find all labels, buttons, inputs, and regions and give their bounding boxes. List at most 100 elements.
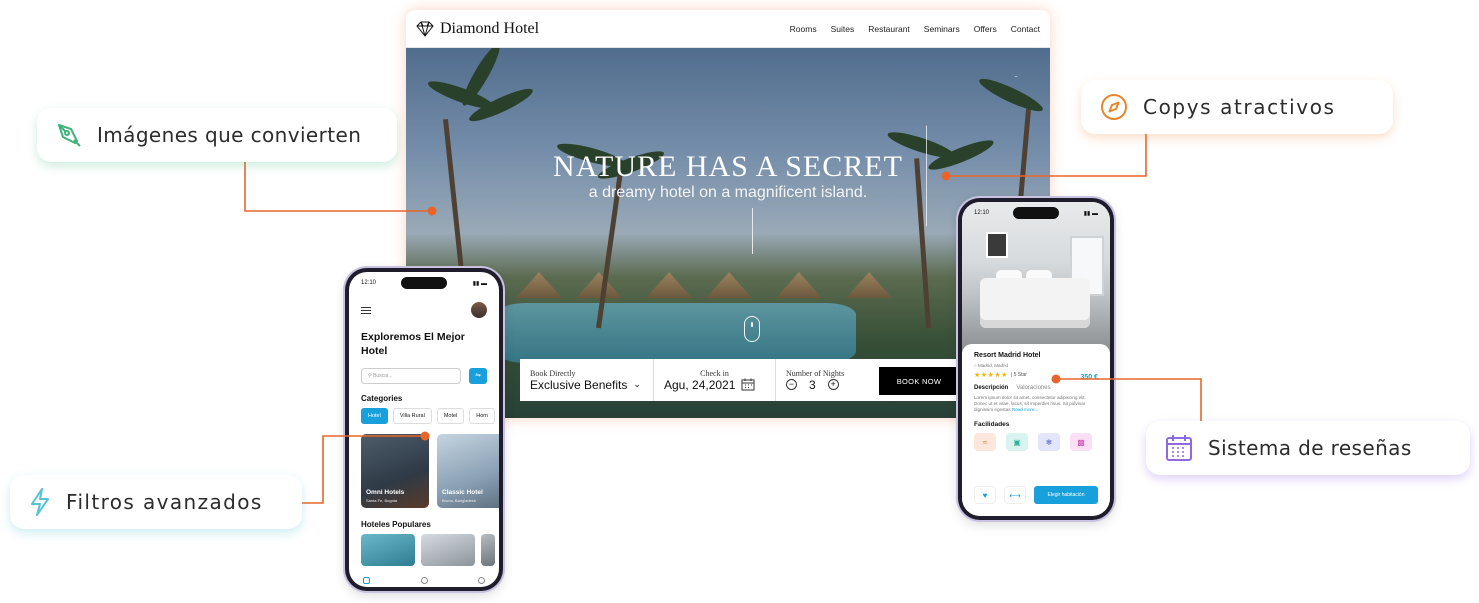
chip-hotel[interactable]: Hotel xyxy=(361,408,388,424)
chip-motel[interactable]: Motel xyxy=(436,408,465,424)
home-icon[interactable] xyxy=(363,576,370,584)
nav-links: Rooms Suites Restaurant Seminars Offers … xyxy=(790,24,1040,34)
chip-home[interactable]: Hom xyxy=(469,408,495,424)
plus-icon[interactable]: + xyxy=(827,379,839,390)
phone-right-mockup: 12:10 ▮▮ ▬ Resort Madrid Hotel ○ Madrid,… xyxy=(958,198,1114,520)
nav-link-offers[interactable]: Offers xyxy=(974,24,997,34)
checkin-field[interactable]: Check in Agu, 24,2021 xyxy=(654,359,776,401)
settings-icon[interactable] xyxy=(478,576,485,584)
hotel-card-location: Bruna, Bangladesh xyxy=(442,498,477,503)
star-rating-icon: ★★★★★ xyxy=(974,372,1008,379)
hamburger-menu-icon[interactable] xyxy=(361,307,371,314)
chat-icon[interactable] xyxy=(420,576,428,584)
book-now-button[interactable]: BOOK NOW xyxy=(879,367,959,395)
calendar-icon xyxy=(1166,435,1192,461)
status-icons: ▮▮ ▬ xyxy=(472,281,487,287)
status-time: 12:10 xyxy=(361,280,377,286)
brand[interactable]: Diamond Hotel xyxy=(416,20,539,38)
nav-link-restaurant[interactable]: Restaurant xyxy=(868,24,910,34)
phone-right-screen: 12:10 ▮▮ ▬ Resort Madrid Hotel ○ Madrid,… xyxy=(962,202,1110,516)
search-input[interactable]: ⚲ Buscar... xyxy=(361,368,461,384)
checkin-label: Check in xyxy=(700,368,729,378)
bottom-nav xyxy=(349,573,499,587)
avatar[interactable] xyxy=(471,302,487,318)
book-directly-field[interactable]: Book Directly Exclusive Benefits ⌄ xyxy=(520,359,654,401)
nights-label: Number of Nights xyxy=(786,368,845,378)
hotel-card-name: Classic Hotel xyxy=(442,489,483,496)
compass-icon xyxy=(1101,94,1127,120)
hotel-title: Resort Madrid Hotel xyxy=(974,352,1041,359)
popular-hotel-thumb[interactable] xyxy=(361,534,415,566)
bed-icon: ▩ xyxy=(1070,433,1092,451)
nav-link-suites[interactable]: Suites xyxy=(831,24,855,34)
popular-list xyxy=(361,534,495,566)
status-icons: ▮▮ ▬ xyxy=(1083,211,1098,217)
nights-stepper: − 3 + xyxy=(786,378,866,392)
nav-link-contact[interactable]: Contact xyxy=(1011,24,1040,34)
hotel-detail-card: Resort Madrid Hotel ○ Madrid, Madrid 350… xyxy=(962,344,1110,516)
hotel-card[interactable]: Omni Hotels Santa Fe, Bogota xyxy=(361,434,429,508)
hotel-price: 350 € xyxy=(1080,374,1098,381)
callout-reviews: Sistema de reseñas xyxy=(1146,421,1470,475)
pen-nib-icon xyxy=(58,124,81,147)
nav-link-rooms[interactable]: Rooms xyxy=(790,24,817,34)
hotel-location-text: Madrid, Madrid xyxy=(977,363,1008,368)
hotel-card-location: Santa Fe, Bogota xyxy=(366,498,398,503)
detail-tabs: Descripción Valoraciones xyxy=(974,385,1098,391)
rating: ★★★★★ | 5 Star xyxy=(974,371,1098,379)
choose-room-button[interactable]: Elegir habitación xyxy=(1034,486,1098,504)
categories-title: Categories xyxy=(361,394,403,403)
callout-images-text: Imágenes que convierten xyxy=(97,123,362,147)
car-icon: ▣ xyxy=(1006,433,1028,451)
chip-villa-rural[interactable]: Villa Rural xyxy=(392,408,432,424)
callout-images: Imágenes que convierten xyxy=(37,108,397,162)
rating-text: | 5 Star xyxy=(1010,372,1027,378)
wall-art xyxy=(986,232,1008,258)
popular-hotel-thumb[interactable] xyxy=(481,534,495,566)
heart-icon[interactable]: ♥ xyxy=(974,486,996,504)
hero-title: NATURE HAS A SECRET xyxy=(553,150,903,183)
popular-title: Hoteles Populares xyxy=(361,520,431,529)
share-icon[interactable]: ⟷ xyxy=(1004,486,1026,504)
sliders-icon: ⇋ xyxy=(475,372,481,379)
snowflake-icon: ❄ xyxy=(1038,433,1060,451)
phone-left-mockup: 12:10 ▮▮ ▬ Exploremos El Mejor Hotel ⚲ B… xyxy=(345,268,503,591)
wifi-icon: ≈ xyxy=(974,433,996,451)
book-directly-value-wrap: Exclusive Benefits ⌄ xyxy=(530,378,643,392)
category-chips: Hotel Villa Rural Motel Hom xyxy=(361,408,495,424)
tab-descripcion[interactable]: Descripción xyxy=(974,385,1008,391)
read-more-link[interactable]: Read more... xyxy=(1012,407,1039,412)
callout-copys-text: Copys atractivos xyxy=(1143,95,1336,119)
filter-button[interactable]: ⇋ xyxy=(469,368,487,384)
facilities-title: Facilidades xyxy=(974,421,1010,428)
callout-copys: Copys atractivos xyxy=(1081,80,1393,134)
room-photo xyxy=(962,202,1110,352)
hotel-card-name: Omni Hotels xyxy=(366,489,405,496)
lightning-icon xyxy=(31,488,49,516)
search-placeholder: Buscar... xyxy=(373,373,393,379)
callout-reviews-text: Sistema de reseñas xyxy=(1208,436,1412,460)
brand-name: Diamond Hotel xyxy=(440,19,540,37)
diamond-icon xyxy=(416,21,434,37)
callout-filters: Filtros avanzados xyxy=(10,475,302,529)
status-time: 12:10 xyxy=(974,210,990,216)
nav-link-seminars[interactable]: Seminars xyxy=(924,24,960,34)
bed xyxy=(980,278,1090,328)
hero-divider xyxy=(752,208,753,254)
checkin-value: Agu, 24,2021 xyxy=(664,377,736,392)
phone-left-screen: 12:10 ▮▮ ▬ Exploremos El Mejor Hotel ⚲ B… xyxy=(349,272,499,587)
phone-notch xyxy=(401,277,447,289)
popular-hotel-thumb[interactable] xyxy=(421,534,475,566)
tab-valoraciones[interactable]: Valoraciones xyxy=(1016,385,1050,391)
book-directly-label: Book Directly xyxy=(530,368,576,378)
checkin-value-wrap: Agu, 24,2021 xyxy=(664,378,765,392)
chevron-down-icon: ⌄ xyxy=(633,379,641,389)
scroll-mouse-icon[interactable] xyxy=(744,316,760,342)
minus-icon[interactable]: − xyxy=(786,379,797,390)
nights-field: Number of Nights − 3 + xyxy=(776,359,876,401)
desktop-navbar: Diamond Hotel Rooms Suites Restaurant Se… xyxy=(406,10,1050,48)
hotel-card[interactable]: Classic Hotel Bruna, Bangladesh xyxy=(437,434,499,508)
hotel-location: ○ Madrid, Madrid xyxy=(974,363,1008,368)
detail-actions: ♥ ⟷ Elegir habitación xyxy=(974,486,1098,504)
book-directly-value: Exclusive Benefits xyxy=(530,377,628,392)
